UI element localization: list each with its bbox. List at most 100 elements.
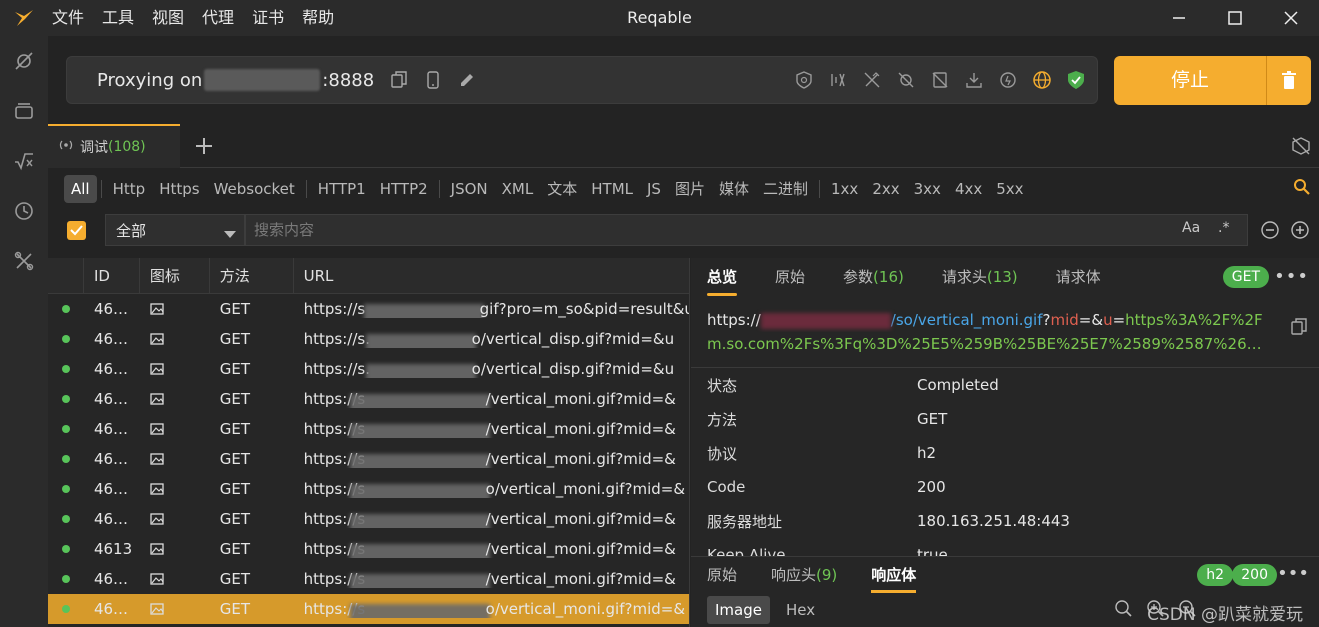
filter-js[interactable]: JS <box>640 175 668 203</box>
filter-3xx[interactable]: 3xx <box>907 175 948 203</box>
tab-request-headers[interactable]: 请求头(13) <box>942 258 1018 296</box>
copy-url-icon[interactable] <box>1291 318 1307 343</box>
mobile-icon[interactable] <box>422 69 444 91</box>
throttle-icon[interactable] <box>827 69 849 91</box>
more-icon[interactable]: ••• <box>1274 266 1309 287</box>
image-icon <box>140 513 210 525</box>
filter-1xx[interactable]: 1xx <box>824 175 865 203</box>
breakpoint-icon[interactable] <box>895 69 917 91</box>
filter-http[interactable]: Http <box>106 175 153 203</box>
plus-circle-icon[interactable] <box>1290 220 1310 244</box>
table-row[interactable]: 46… GET https://s o/vertical_moni.gif?mid=& <box>48 474 689 504</box>
menu-view[interactable]: 视图 <box>143 0 193 36</box>
filter-json[interactable]: JSON <box>444 175 495 203</box>
search-icon[interactable] <box>1293 178 1311 200</box>
tab-debug[interactable]: 调试 (108) <box>48 124 180 168</box>
filter-2xx[interactable]: 2xx <box>865 175 906 203</box>
protocol-badge: h2 <box>1197 564 1233 586</box>
search-scope-select[interactable]: 全部 <box>105 214 245 246</box>
menu-certificate[interactable]: 证书 <box>243 0 293 36</box>
mirror-icon[interactable] <box>929 69 951 91</box>
filter-media[interactable]: 媒体 <box>712 175 756 203</box>
maximize-button[interactable] <box>1207 0 1263 36</box>
filter-5xx[interactable]: 5xx <box>989 175 1030 203</box>
copy-icon[interactable] <box>388 69 410 91</box>
globe-icon[interactable] <box>1031 69 1053 91</box>
filter-http2[interactable]: HTTP2 <box>373 175 435 203</box>
rewrite-icon[interactable] <box>861 69 883 91</box>
table-row[interactable]: 46… GET https://s/vertical_moni.gif?mid=& <box>48 444 689 474</box>
view-hex[interactable]: Hex <box>778 596 823 624</box>
col-id[interactable]: ID <box>84 258 140 294</box>
tab-raw[interactable]: 原始 <box>775 258 805 296</box>
filter-websocket[interactable]: Websocket <box>207 175 302 203</box>
redacted-url <box>365 334 476 348</box>
capture-icon[interactable] <box>0 36 48 86</box>
col-icon[interactable]: 图标 <box>140 258 210 294</box>
table-row[interactable]: 46… GET https://s gif?pro=m_so&pid=result&u <box>48 294 689 324</box>
filter-https[interactable]: Https <box>152 175 206 203</box>
match-case-toggle[interactable]: Aa <box>1182 220 1200 236</box>
col-url[interactable]: URL <box>294 258 689 294</box>
table-row[interactable]: 46… GET https://s. o/vertical_disp.gif?mid=… <box>48 354 689 384</box>
redacted-host <box>760 312 891 329</box>
search-enable-checkbox[interactable] <box>67 221 86 240</box>
filter-4xx[interactable]: 4xx <box>948 175 989 203</box>
proxy-port: :8888 <box>322 69 375 91</box>
field-value: GET <box>917 410 948 428</box>
filter-text[interactable]: 文本 <box>540 175 584 203</box>
minus-circle-icon[interactable] <box>1260 220 1280 244</box>
filter-image[interactable]: 图片 <box>668 175 712 203</box>
menu-file[interactable]: 文件 <box>48 0 93 36</box>
stop-button[interactable]: 停止 <box>1114 56 1311 105</box>
script-icon[interactable] <box>0 136 48 186</box>
tab-response-body[interactable]: 响应体 <box>871 557 917 593</box>
filter-html[interactable]: HTML <box>584 175 640 203</box>
script-toggle-icon[interactable] <box>997 69 1019 91</box>
redacted-url <box>349 574 490 588</box>
trash-icon[interactable] <box>1267 56 1311 105</box>
row-url: https://s/vertical_moni.gif?mid=& <box>294 420 689 438</box>
download-icon[interactable] <box>963 69 985 91</box>
status-dot <box>48 335 84 343</box>
menu-proxy[interactable]: 代理 <box>193 0 243 36</box>
table-row[interactable]: 46… GET https://s/vertical_moni.gif?mid=& <box>48 564 689 594</box>
tab-overview[interactable]: 总览 <box>707 258 738 296</box>
menu-tools[interactable]: 工具 <box>93 0 143 36</box>
url-path: /so/vertical_moni.gif <box>890 311 1043 329</box>
ssl-icon[interactable] <box>793 69 815 91</box>
tab-response-raw[interactable]: 原始 <box>707 557 737 593</box>
view-image[interactable]: Image <box>707 595 770 624</box>
table-row[interactable]: 4613 GET https://s/vertical_moni.gif?mid=& <box>48 534 689 564</box>
minimize-button[interactable] <box>1151 0 1207 36</box>
filter-http1[interactable]: HTTP1 <box>311 175 373 203</box>
close-button[interactable] <box>1263 0 1319 36</box>
tab-response-headers[interactable]: 响应头(9) <box>771 557 837 593</box>
menu-help[interactable]: 帮助 <box>293 0 343 36</box>
col-method[interactable]: 方法 <box>210 258 294 294</box>
table-row[interactable]: 46… GET https://s/vertical_moni.gif?mid=& <box>48 384 689 414</box>
collections-icon[interactable] <box>0 86 48 136</box>
filter-xml[interactable]: XML <box>495 175 541 203</box>
clear-filter-icon[interactable] <box>1291 136 1311 160</box>
tools-icon[interactable] <box>0 236 48 286</box>
filter-all[interactable]: All <box>64 175 97 203</box>
response-more-icon[interactable]: ••• <box>1277 563 1309 584</box>
table-row[interactable]: 46… GET https://s/vertical_moni.gif?mid=& <box>48 414 689 444</box>
zoom-fit-icon[interactable] <box>1113 598 1133 622</box>
edit-icon[interactable] <box>456 69 478 91</box>
row-method: GET <box>219 360 251 378</box>
shield-icon[interactable] <box>1065 69 1087 91</box>
table-row[interactable]: 46… GET https://s o/vertical_moni.gif?mid=& <box>48 594 689 624</box>
filter-binary[interactable]: 二进制 <box>756 175 815 203</box>
main-area: Proxying on :8888 停止 调试 (108) All Http H… <box>48 36 1319 627</box>
regex-toggle[interactable]: .* <box>1218 220 1229 236</box>
table-row[interactable]: 46… GET https://s. o/vertical_disp.gif?mid=… <box>48 324 689 354</box>
history-icon[interactable] <box>0 186 48 236</box>
add-tab-icon[interactable] <box>192 134 216 158</box>
search-input[interactable] <box>245 214 1248 246</box>
table-row[interactable]: 46… GET https://s/vertical_moni.gif?mid=& <box>48 504 689 534</box>
tab-request-body[interactable]: 请求体 <box>1056 258 1101 296</box>
tab-params[interactable]: 参数(16) <box>843 258 904 296</box>
row-id: 4613 <box>93 540 133 558</box>
